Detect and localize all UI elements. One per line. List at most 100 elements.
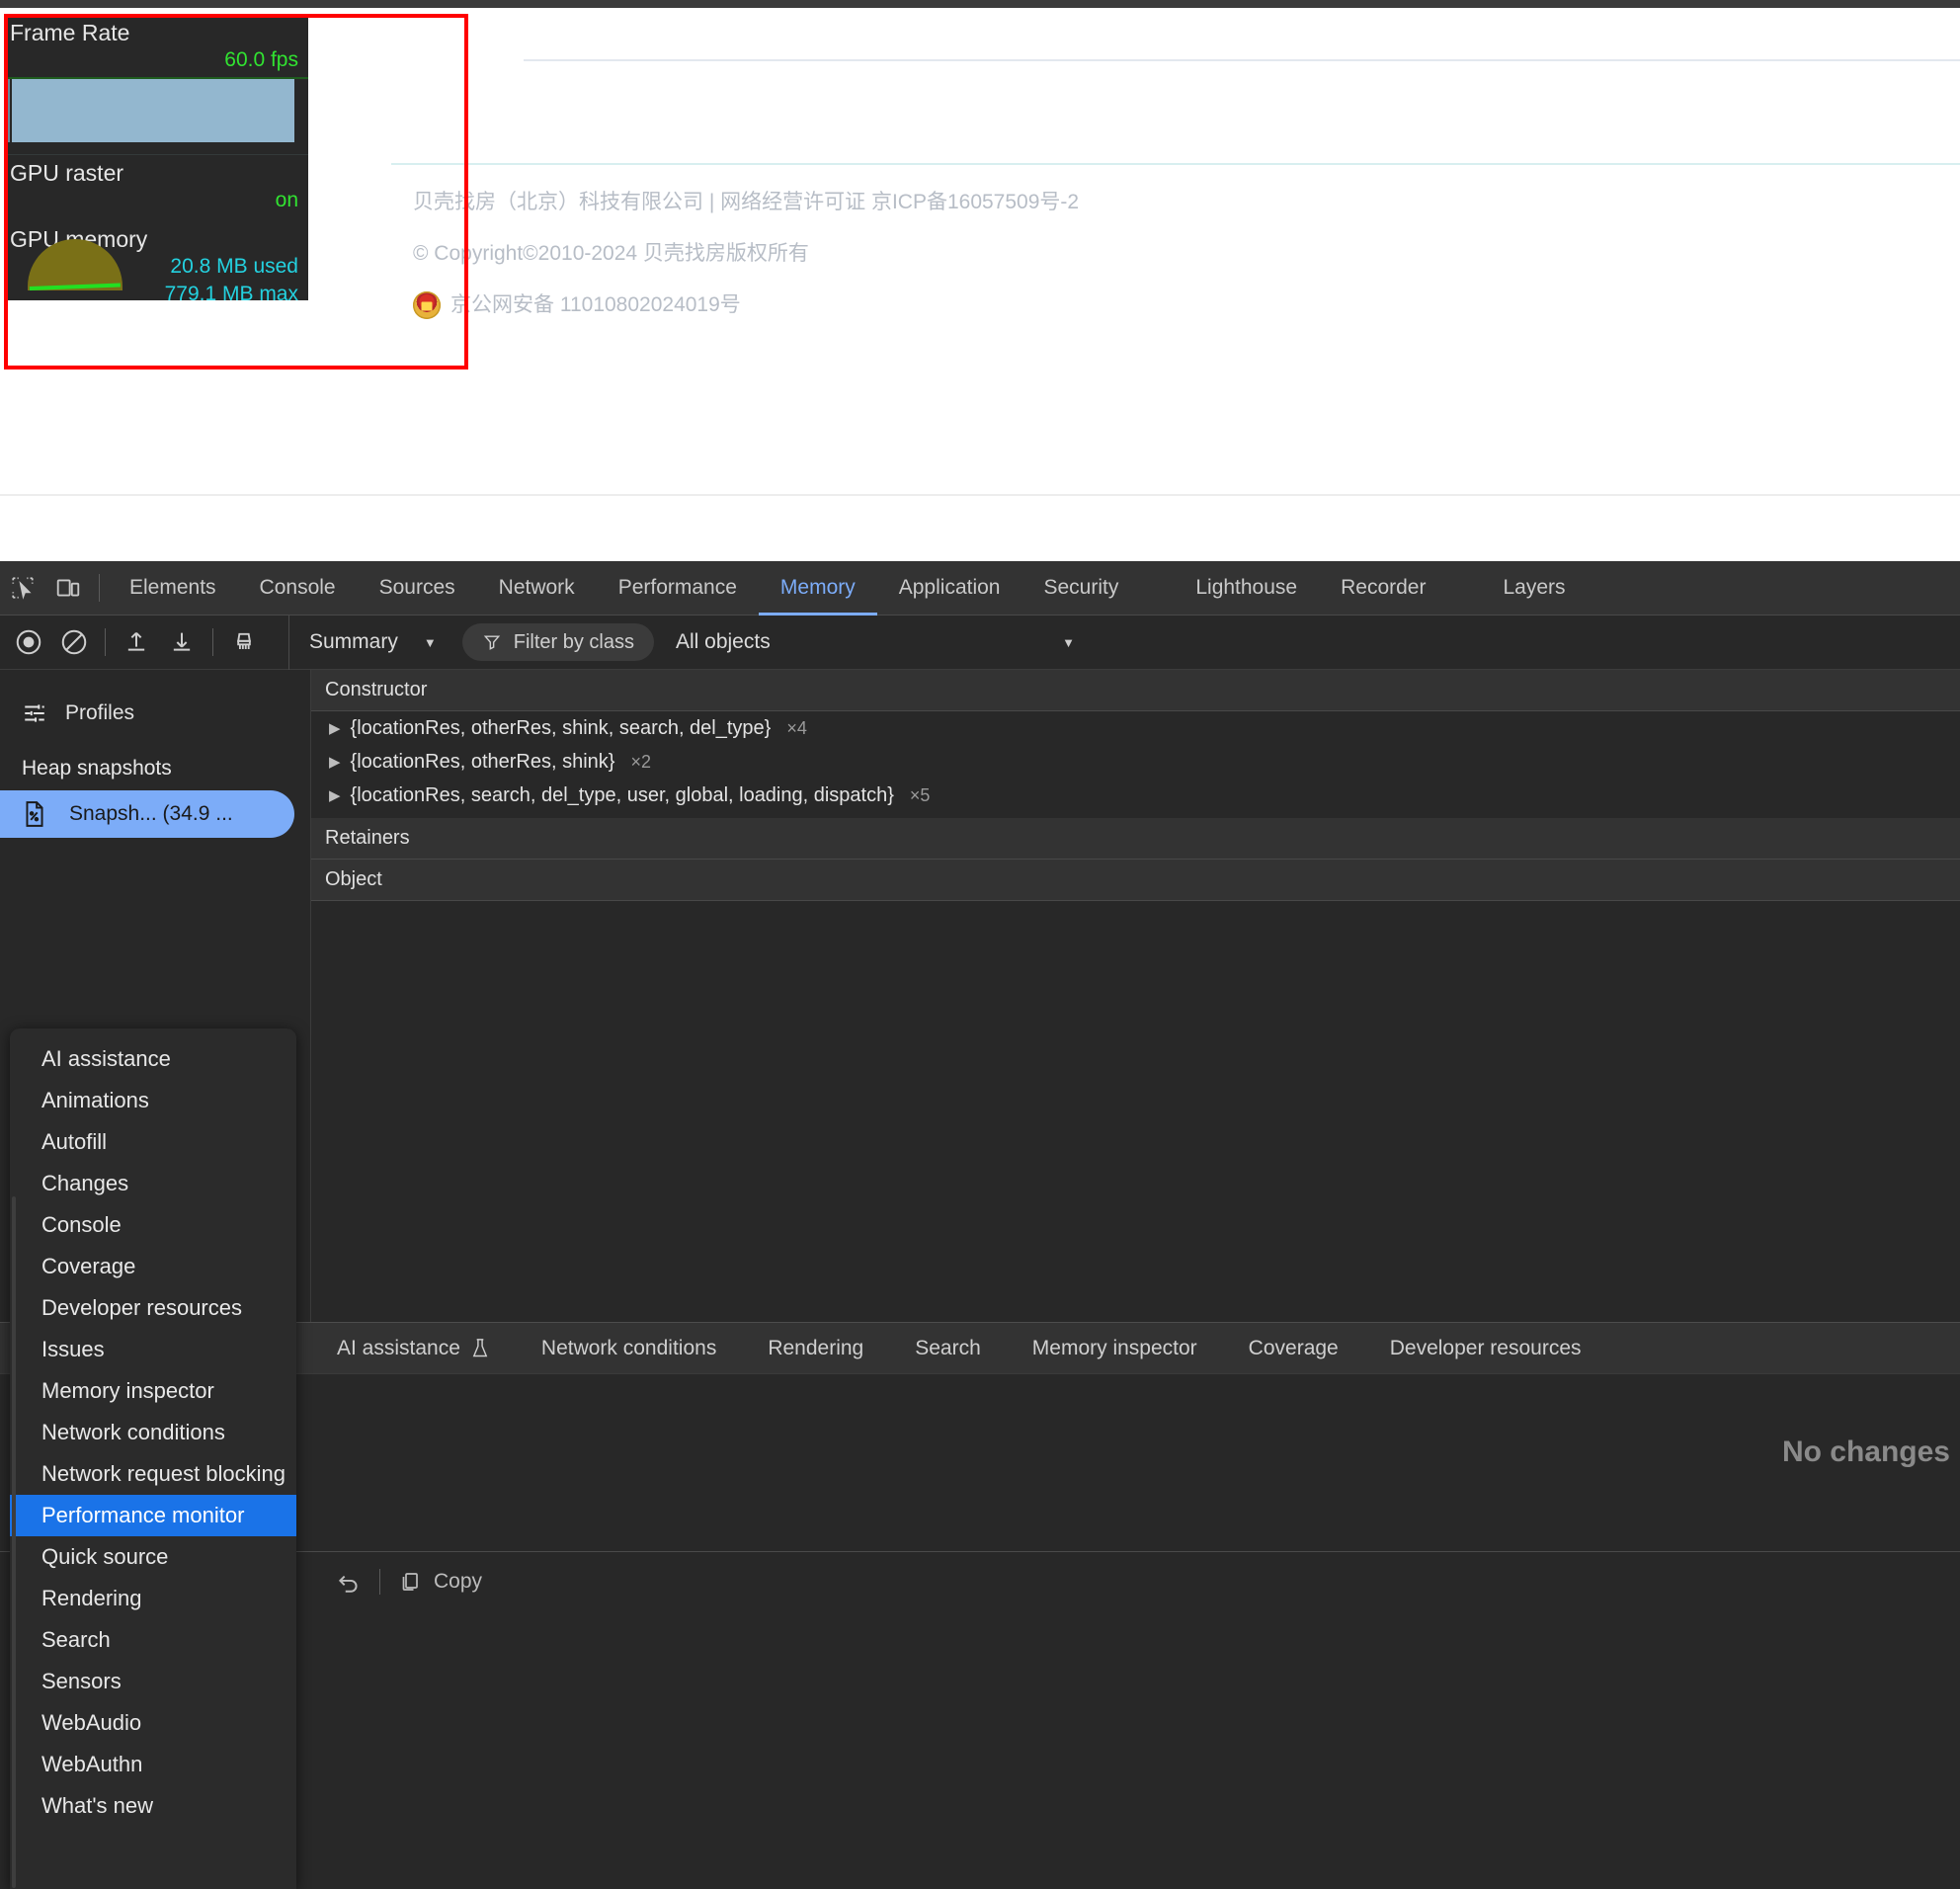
inspect-element-icon[interactable]: [0, 565, 45, 611]
summary-view-label: Summary: [309, 630, 398, 653]
all-objects-label: All objects: [675, 630, 771, 653]
memory-grid: Constructor ▶ {locationRes, otherRes, sh…: [311, 670, 1960, 1322]
footer-copyright-line: © Copyright©2010-2024 贝壳找房版权所有: [413, 242, 809, 265]
toolbar-divider-2: [212, 628, 213, 656]
heap-snapshot-item[interactable]: Snapsh... (34.9 ...: [0, 790, 294, 838]
profiles-label: Profiles: [65, 701, 135, 724]
copy-label: Copy: [434, 1569, 483, 1593]
menu-item-whats-new[interactable]: What's new: [10, 1785, 296, 1827]
profiles-icon: [22, 700, 47, 726]
toolbar-divider-3: [288, 615, 289, 670]
menu-item-webauthn[interactable]: WebAuthn: [10, 1744, 296, 1785]
table-row[interactable]: ▶ {locationRes, otherRes, shink} ×2: [311, 745, 1960, 779]
save-profile-icon[interactable]: [159, 619, 204, 665]
menu-item-memory-inspector[interactable]: Memory inspector: [10, 1370, 296, 1412]
frame-rate-bar-axis: [6, 79, 10, 142]
tab-sources[interactable]: Sources: [358, 561, 477, 616]
clear-icon[interactable]: [51, 619, 97, 665]
tab-network[interactable]: Network: [477, 561, 597, 616]
no-changes-message: No changes: [1781, 1436, 1950, 1468]
all-objects-select[interactable]: All objects ▼: [676, 630, 1075, 654]
menu-item-performance-monitor[interactable]: Performance monitor: [10, 1495, 296, 1536]
copy-icon: [398, 1570, 422, 1594]
filter-icon: [482, 632, 502, 652]
menu-item-console[interactable]: Console: [10, 1204, 296, 1246]
drawer-tab-label: AI assistance: [337, 1336, 460, 1359]
drawer-tab-developer-resources[interactable]: Developer resources: [1364, 1323, 1607, 1374]
constructor-count: ×4: [786, 717, 807, 738]
drawer-tab-network-conditions[interactable]: Network conditions: [516, 1323, 742, 1374]
summary-view-select[interactable]: Summary ▼: [303, 630, 443, 654]
copy-button[interactable]: Copy: [398, 1570, 482, 1594]
fps-meter-overlay: Frame Rate 60.0 fps GPU raster on GPU me…: [4, 14, 308, 300]
sidebar-item-profiles[interactable]: Profiles: [0, 688, 310, 739]
frame-rate-title: Frame Rate: [10, 20, 130, 45]
constructor-count: ×2: [630, 751, 652, 772]
expand-triangle-icon[interactable]: ▶: [329, 786, 341, 804]
tab-recorder[interactable]: Recorder: [1319, 561, 1447, 616]
menu-item-animations[interactable]: Animations: [10, 1080, 296, 1121]
table-row[interactable]: ▶ {locationRes, otherRes, shink, search,…: [311, 711, 1960, 745]
menu-item-network-conditions[interactable]: Network conditions: [10, 1412, 296, 1453]
police-badge-icon: [413, 291, 441, 319]
menu-item-ai-assistance[interactable]: AI assistance: [10, 1038, 296, 1080]
toolbar-divider-1: [105, 628, 106, 656]
more-tools-menu: AI assistance Animations Autofill Change…: [10, 1028, 296, 1889]
constructor-rows: ▶ {locationRes, otherRes, shink, search,…: [311, 711, 1960, 818]
filter-by-class-input[interactable]: Filter by class: [461, 623, 654, 661]
expand-triangle-icon[interactable]: ▶: [329, 719, 341, 737]
constructor-name: {locationRes, otherRes, shink, search, d…: [350, 716, 772, 739]
menu-item-rendering[interactable]: Rendering: [10, 1578, 296, 1619]
page-divider-top: [524, 59, 1960, 61]
menu-item-issues[interactable]: Issues: [10, 1329, 296, 1370]
footer-company-line: 贝壳找房（北京）科技有限公司 | 网络经营许可证 京ICP备16057509号-…: [413, 191, 1080, 213]
device-toolbar-icon[interactable]: [45, 565, 91, 611]
frame-rate-value: 60.0 fps: [224, 48, 298, 71]
menu-item-changes[interactable]: Changes: [10, 1163, 296, 1204]
menu-item-coverage[interactable]: Coverage: [10, 1246, 296, 1287]
frame-rate-bar-track: [4, 77, 308, 142]
experiment-flask-icon: [470, 1338, 490, 1359]
menu-item-network-request-blocking[interactable]: Network request blocking: [10, 1453, 296, 1495]
menu-item-developer-resources[interactable]: Developer resources: [10, 1287, 296, 1329]
tab-console[interactable]: Console: [238, 561, 358, 616]
menu-scrollbar[interactable]: [12, 1196, 16, 1888]
record-heap-snapshot-icon[interactable]: [6, 619, 51, 665]
fps-group-gpu-raster: GPU raster on: [4, 154, 308, 214]
load-profile-icon[interactable]: [114, 619, 159, 665]
menu-item-search[interactable]: Search: [10, 1619, 296, 1661]
object-column-header: Object: [311, 860, 1960, 901]
gpu-raster-divider: [4, 154, 308, 155]
devtools-tabbar: Elements Console Sources Network Perform…: [0, 561, 1960, 616]
drawer-tab-rendering[interactable]: Rendering: [742, 1323, 889, 1374]
drawer-toolbar-divider: [379, 1568, 380, 1595]
retainers-empty-area: [311, 901, 1960, 1322]
tab-memory[interactable]: Memory: [759, 561, 877, 616]
footer-icp-row[interactable]: 京公网安备 11010802024019号: [413, 290, 1598, 320]
table-row[interactable]: ▶ {locationRes, search, del_type, user, …: [311, 779, 1960, 812]
drawer-tab-coverage[interactable]: Coverage: [1223, 1323, 1364, 1374]
tab-security[interactable]: Security: [1021, 561, 1140, 616]
drawer-tab-ai-assistance[interactable]: AI assistance: [311, 1323, 516, 1374]
tab-performance[interactable]: Performance: [597, 561, 759, 616]
tab-layers[interactable]: Layers: [1481, 561, 1587, 616]
menu-item-autofill[interactable]: Autofill: [10, 1121, 296, 1163]
page-divider-footer: [391, 163, 1960, 165]
fps-group-frame-rate: Frame Rate 60.0 fps: [4, 14, 308, 142]
delete-profile-icon[interactable]: [221, 619, 267, 665]
drawer-tab-search[interactable]: Search: [889, 1323, 1007, 1374]
menu-item-webaudio[interactable]: WebAudio: [10, 1702, 296, 1744]
expand-triangle-icon[interactable]: ▶: [329, 753, 341, 771]
chevron-down-icon-2: ▼: [1062, 634, 1075, 650]
menu-item-sensors[interactable]: Sensors: [10, 1661, 296, 1702]
tab-elements[interactable]: Elements: [108, 561, 238, 616]
tab-application[interactable]: Application: [877, 561, 1022, 616]
drawer-tab-memory-inspector[interactable]: Memory inspector: [1007, 1323, 1223, 1374]
page-bottom-space: [0, 496, 1960, 561]
snapshot-file-icon: [22, 800, 47, 828]
tab-lighthouse[interactable]: Lighthouse: [1174, 561, 1319, 616]
menu-item-quick-source[interactable]: Quick source: [10, 1536, 296, 1578]
browser-chrome-strip: [0, 0, 1960, 8]
gpu-raster-value: on: [275, 189, 298, 211]
undo-icon[interactable]: [336, 1569, 362, 1595]
